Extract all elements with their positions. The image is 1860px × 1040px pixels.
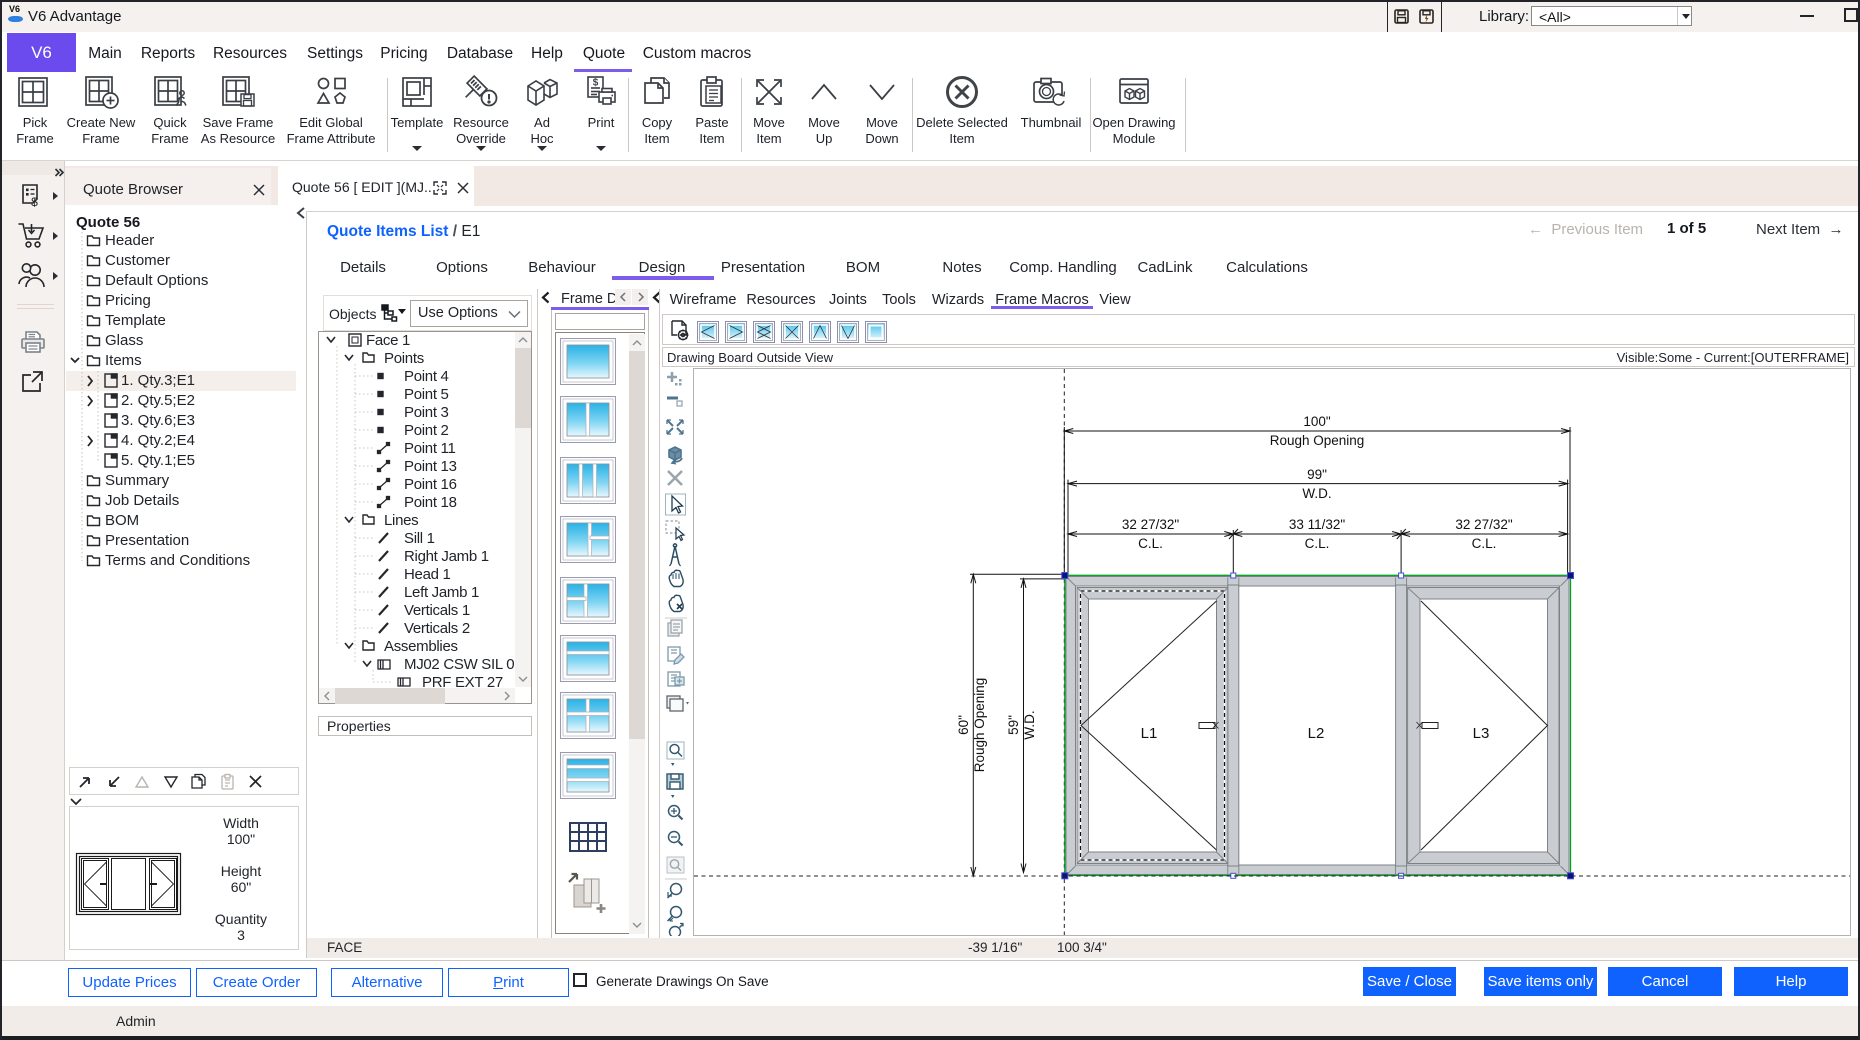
svg-text:33 11/32": 33 11/32" bbox=[1289, 517, 1346, 532]
svg-text:L2: L2 bbox=[1308, 725, 1325, 742]
svg-text:60": 60" bbox=[956, 715, 971, 735]
svg-text:W.D.: W.D. bbox=[1022, 710, 1037, 739]
svg-text:W.D.: W.D. bbox=[1302, 486, 1331, 501]
svg-text:100": 100" bbox=[1303, 414, 1331, 429]
svg-text:99": 99" bbox=[1307, 467, 1327, 482]
svg-text:32 27/32": 32 27/32" bbox=[1455, 517, 1513, 532]
svg-text:C.L.: C.L. bbox=[1305, 536, 1330, 551]
svg-text:$: $ bbox=[31, 195, 38, 209]
svg-text:32 27/32": 32 27/32" bbox=[1122, 517, 1180, 532]
svg-text:Rough Opening: Rough Opening bbox=[1270, 433, 1365, 448]
svg-text:Rough Opening: Rough Opening bbox=[972, 678, 987, 773]
svg-text:$: $ bbox=[593, 78, 599, 89]
svg-text:C.L.: C.L. bbox=[1138, 536, 1163, 551]
svg-text:C.L.: C.L. bbox=[1472, 536, 1497, 551]
svg-text:L1: L1 bbox=[1141, 725, 1158, 742]
svg-text:59": 59" bbox=[1006, 715, 1021, 735]
svg-text:L3: L3 bbox=[1473, 725, 1490, 742]
